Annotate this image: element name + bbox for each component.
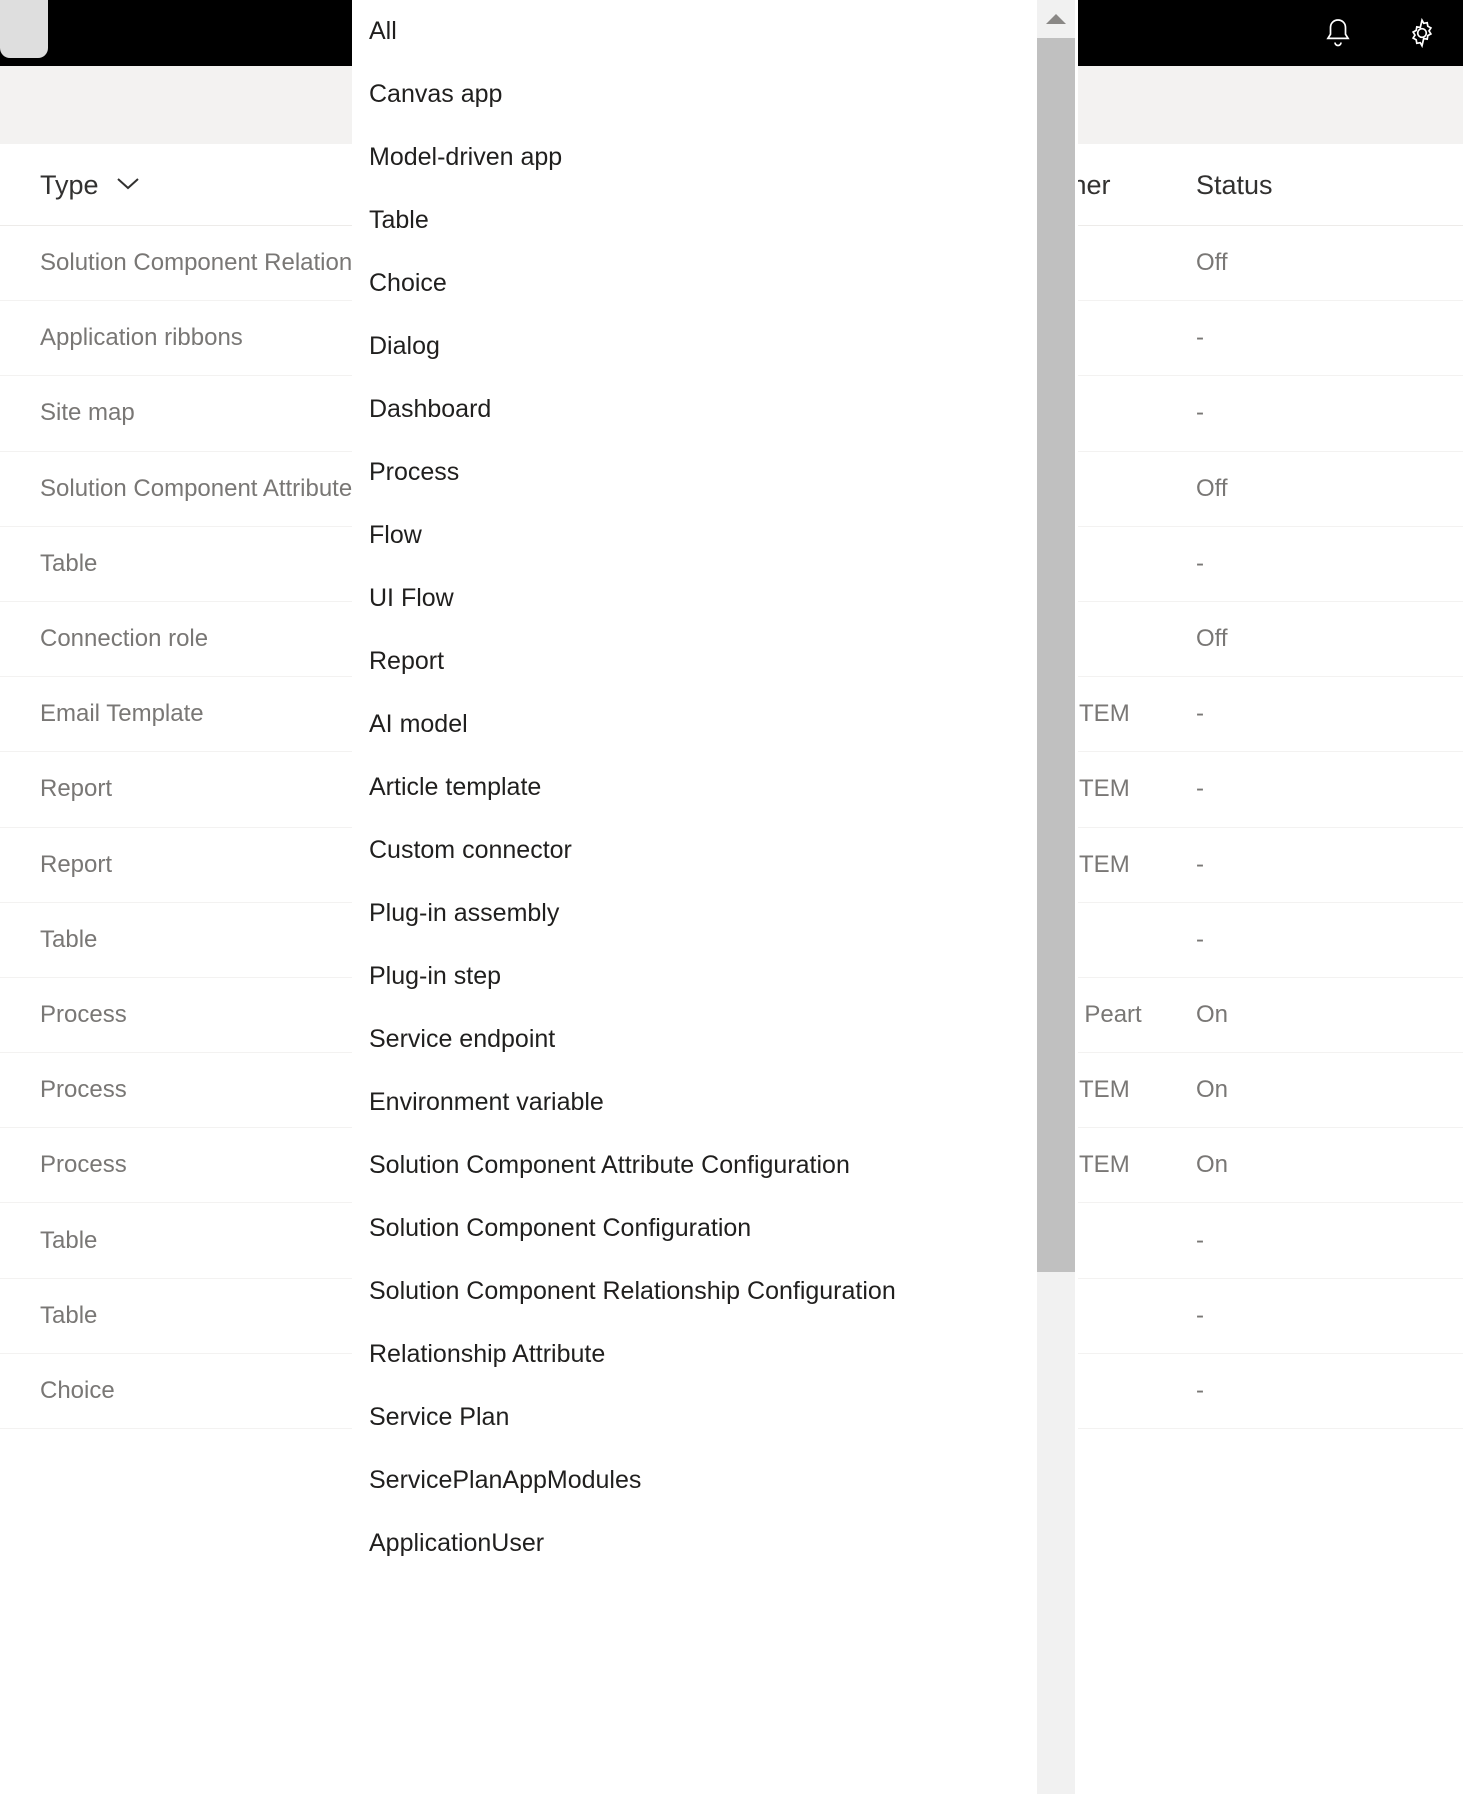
type-filter-option[interactable]: All [352, 0, 1037, 63]
type-filter-flyout: AllCanvas appModel-driven appTableChoice… [352, 0, 1078, 1794]
type-filter-option[interactable]: Plug-in assembly [352, 882, 1037, 945]
flyout-scrollbar[interactable] [1037, 0, 1075, 1794]
type-filter-option[interactable]: Model-driven app [352, 126, 1037, 189]
type-filter-option[interactable]: Dashboard [352, 378, 1037, 441]
type-filter-option[interactable]: Custom connector [352, 819, 1037, 882]
browser-tab-nub[interactable] [0, 0, 48, 58]
cell-status: Off [1196, 226, 1346, 300]
cell-status: On [1196, 1053, 1346, 1127]
chevron-down-icon [115, 175, 141, 196]
type-filter-option[interactable]: AI model [352, 693, 1037, 756]
type-filter-option[interactable]: Article template [352, 756, 1037, 819]
type-filter-option[interactable]: Solution Component Attribute Configurati… [352, 1134, 1037, 1197]
type-filter-option[interactable]: UI Flow [352, 567, 1037, 630]
type-filter-option[interactable]: Dialog [352, 315, 1037, 378]
type-filter-option[interactable]: Table [352, 189, 1037, 252]
type-filter-option[interactable]: Environment variable [352, 1071, 1037, 1134]
cell-status: On [1196, 978, 1346, 1052]
cell-status: - [1196, 527, 1346, 601]
column-header-type[interactable]: Type [40, 144, 141, 226]
cell-status: Off [1196, 602, 1346, 676]
type-filter-option[interactable]: Service endpoint [352, 1008, 1037, 1071]
type-filter-option[interactable]: Canvas app [352, 63, 1037, 126]
type-filter-option[interactable]: Plug-in step [352, 945, 1037, 1008]
column-header-status[interactable]: Status [1196, 144, 1273, 226]
cell-status: On [1196, 1128, 1346, 1202]
column-header-type-label: Type [40, 170, 99, 201]
app-root: ironment A [0, 0, 1463, 1794]
cell-status: - [1196, 1203, 1346, 1277]
type-filter-option[interactable]: Process [352, 441, 1037, 504]
scroll-up-arrow-icon[interactable] [1037, 0, 1075, 38]
topbar-icon-group [1321, 0, 1439, 66]
settings-gear-icon[interactable] [1405, 16, 1439, 50]
type-filter-option[interactable]: Service Plan [352, 1386, 1037, 1449]
type-filter-option[interactable]: Flow [352, 504, 1037, 567]
cell-status: - [1196, 752, 1346, 826]
type-filter-option-list: AllCanvas appModel-driven appTableChoice… [352, 0, 1037, 1575]
cell-status: - [1196, 828, 1346, 902]
type-filter-option[interactable]: Solution Component Configuration [352, 1197, 1037, 1260]
cell-status: - [1196, 903, 1346, 977]
type-filter-option[interactable]: ApplicationUser [352, 1512, 1037, 1575]
type-filter-option[interactable]: Relationship Attribute [352, 1323, 1037, 1386]
type-filter-option[interactable]: Report [352, 630, 1037, 693]
notification-bell-icon[interactable] [1321, 16, 1355, 50]
cell-status: - [1196, 1354, 1346, 1428]
cell-status: - [1196, 376, 1346, 450]
scrollbar-thumb[interactable] [1037, 38, 1075, 1272]
type-filter-option[interactable]: Choice [352, 252, 1037, 315]
type-filter-option[interactable]: Solution Component Relationship Configur… [352, 1260, 1037, 1323]
cell-status: - [1196, 1279, 1346, 1353]
type-filter-option[interactable]: ServicePlanAppModules [352, 1449, 1037, 1512]
cell-status: - [1196, 301, 1346, 375]
cell-status: Off [1196, 452, 1346, 526]
cell-status: - [1196, 677, 1346, 751]
